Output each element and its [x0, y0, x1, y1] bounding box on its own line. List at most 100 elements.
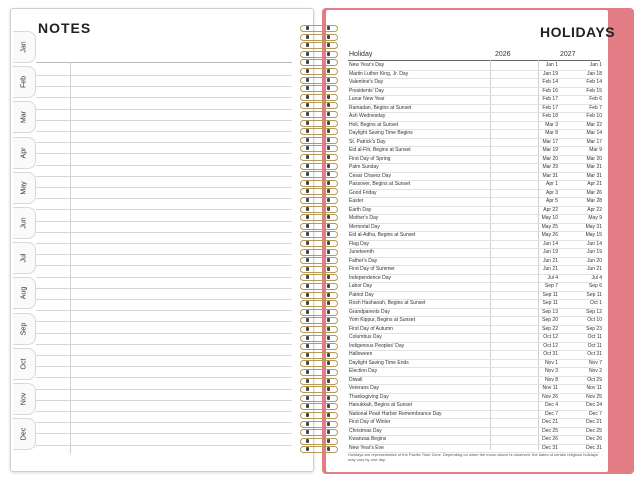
spiral-ring — [296, 119, 340, 127]
note-line — [36, 388, 292, 390]
holiday-name: First Day of Autumn — [349, 325, 393, 332]
holiday-date-2026: Dec 21 — [542, 419, 558, 425]
note-line — [36, 220, 292, 222]
spiral-ring — [296, 67, 340, 75]
holiday-date-2026: Dec 26 — [542, 436, 558, 442]
month-tab-label: Oct — [20, 358, 28, 370]
spiral-ring — [296, 265, 340, 273]
holiday-name: Good Friday — [349, 189, 377, 196]
holiday-date-2027: Sep 11 — [586, 291, 602, 298]
note-line — [36, 119, 292, 121]
holiday-name: Earth Day — [349, 206, 372, 213]
holiday-date-2027: Oct 31 — [587, 351, 602, 357]
holiday-date-2027: Nov 11 — [586, 385, 602, 391]
holiday-name: Mother's Day — [349, 215, 379, 221]
spiral-ring — [296, 162, 340, 170]
holiday-date-2027: Mar 31 — [586, 172, 602, 179]
holiday-date-2027: Dec 21 — [586, 419, 602, 425]
holiday-date-2026: May 26 — [541, 232, 558, 238]
holiday-date-2026: Dec 25 — [542, 427, 558, 434]
month-tab-label: Sep — [20, 322, 28, 335]
holiday-date-2026: Feb 17 — [542, 96, 558, 102]
month-tab-jan[interactable]: Jan — [13, 31, 36, 63]
holiday-name: Kwanzaa Begins — [349, 436, 387, 442]
note-line — [36, 366, 292, 368]
holiday-date-2027: Apr 22 — [587, 206, 602, 213]
note-line — [36, 153, 292, 155]
planner-spread: Jan Feb Mar Apr May Jun Jul Aug Sep Oct Nov Dec NOT… — [0, 0, 640, 488]
month-tab-label: Apr — [20, 147, 28, 159]
holiday-date-2026: Jun 21 — [542, 266, 558, 272]
month-tab-apr[interactable]: Apr — [13, 136, 36, 169]
holiday-name: First Day of Summer — [349, 266, 395, 272]
month-tab-mar[interactable]: Mar — [13, 101, 36, 134]
month-tab-jul[interactable]: Jul — [13, 242, 36, 275]
spiral-ring — [296, 342, 340, 351]
holiday-date-2027: Mar 22 — [586, 121, 602, 128]
month-tab-label: Nov — [20, 392, 28, 406]
holiday-date-2027: Feb 15 — [586, 87, 602, 94]
note-line — [36, 321, 292, 323]
holiday-date-2026: Jun 14 — [542, 240, 558, 247]
holiday-date-2027: Mar 26 — [586, 189, 602, 196]
note-line — [36, 355, 292, 356]
spiral-ring — [296, 230, 340, 239]
holiday-date-2026: Nov 1 — [544, 359, 558, 366]
holiday-date-2026: Sep 22 — [542, 325, 558, 332]
month-tab-may[interactable]: May — [13, 171, 36, 204]
holiday-date-2027: Oct 1 — [590, 300, 602, 306]
holiday-date-2027: Oct 11 — [587, 342, 602, 349]
holiday-name: Valentine's Day — [349, 79, 384, 85]
holiday-date-2027: Nov 7 — [588, 359, 602, 366]
holiday-name: National Pearl Harbor Remembrance Day — [349, 410, 442, 417]
holiday-date-2027: Dec 7 — [588, 410, 602, 417]
note-line — [36, 399, 292, 401]
holidays-title: HOLIDAYS — [540, 24, 616, 40]
holiday-date-2026: Oct 31 — [543, 351, 558, 357]
holiday-date-2026: Feb 16 — [542, 87, 558, 94]
spiral-ring — [296, 273, 340, 282]
holiday-name: Flag Day — [349, 240, 370, 247]
month-tab-sep[interactable]: Sep — [13, 312, 36, 345]
holiday-name: Grandparents Day — [349, 308, 390, 315]
holiday-date-2026: Mar 20 — [542, 155, 558, 162]
holiday-date-2026: Apr 3 — [546, 189, 558, 196]
holiday-date-2027: Feb 6 — [589, 96, 602, 102]
holiday-name: Holi, Begins at Sunset — [349, 121, 399, 128]
note-line — [36, 287, 292, 289]
month-tab-dec[interactable]: Dec — [13, 418, 36, 451]
month-tab-label: May — [20, 181, 28, 195]
holiday-name: Martin Luther King, Jr. Day — [349, 70, 409, 77]
holiday-name: First Day of Winter — [349, 419, 391, 425]
month-tab-label: Feb — [20, 76, 28, 89]
note-line — [36, 433, 292, 435]
holiday-date-2027: Jun 20 — [586, 257, 602, 264]
note-line — [36, 209, 292, 211]
note-line — [36, 265, 292, 267]
note-line — [36, 187, 292, 188]
spiral-ring — [296, 291, 340, 299]
holiday-date-2027: Oct 10 — [587, 317, 602, 323]
spiral-ring — [296, 127, 340, 136]
note-line — [36, 142, 292, 144]
spiral-ring — [296, 144, 340, 153]
month-tab-nov[interactable]: Nov — [13, 383, 36, 415]
spiral-binding — [296, 24, 340, 474]
holiday-date-2026: Mar 19 — [542, 147, 558, 153]
holiday-date-2026: Dec 4 — [544, 402, 558, 408]
holiday-date-2027: May 9 — [588, 215, 602, 221]
column-header-2026: 2026 — [495, 51, 511, 58]
holiday-date-2027: Mar 14 — [586, 130, 602, 136]
holiday-name: Cesar Chavez Day — [349, 172, 391, 179]
holiday-date-2026: Feb 18 — [542, 113, 558, 119]
month-tab-feb[interactable]: Feb — [13, 66, 36, 99]
month-tab-aug[interactable]: Aug — [13, 277, 36, 310]
month-tab-jun[interactable]: Jun — [13, 207, 36, 239]
spiral-ring — [296, 394, 340, 402]
spiral-ring — [296, 205, 340, 213]
holiday-name: Daylight Saving Time Begins — [349, 130, 413, 136]
note-line — [36, 422, 292, 424]
spiral-ring — [296, 351, 340, 359]
month-tab-oct[interactable]: Oct — [13, 347, 36, 380]
note-line — [36, 86, 292, 88]
